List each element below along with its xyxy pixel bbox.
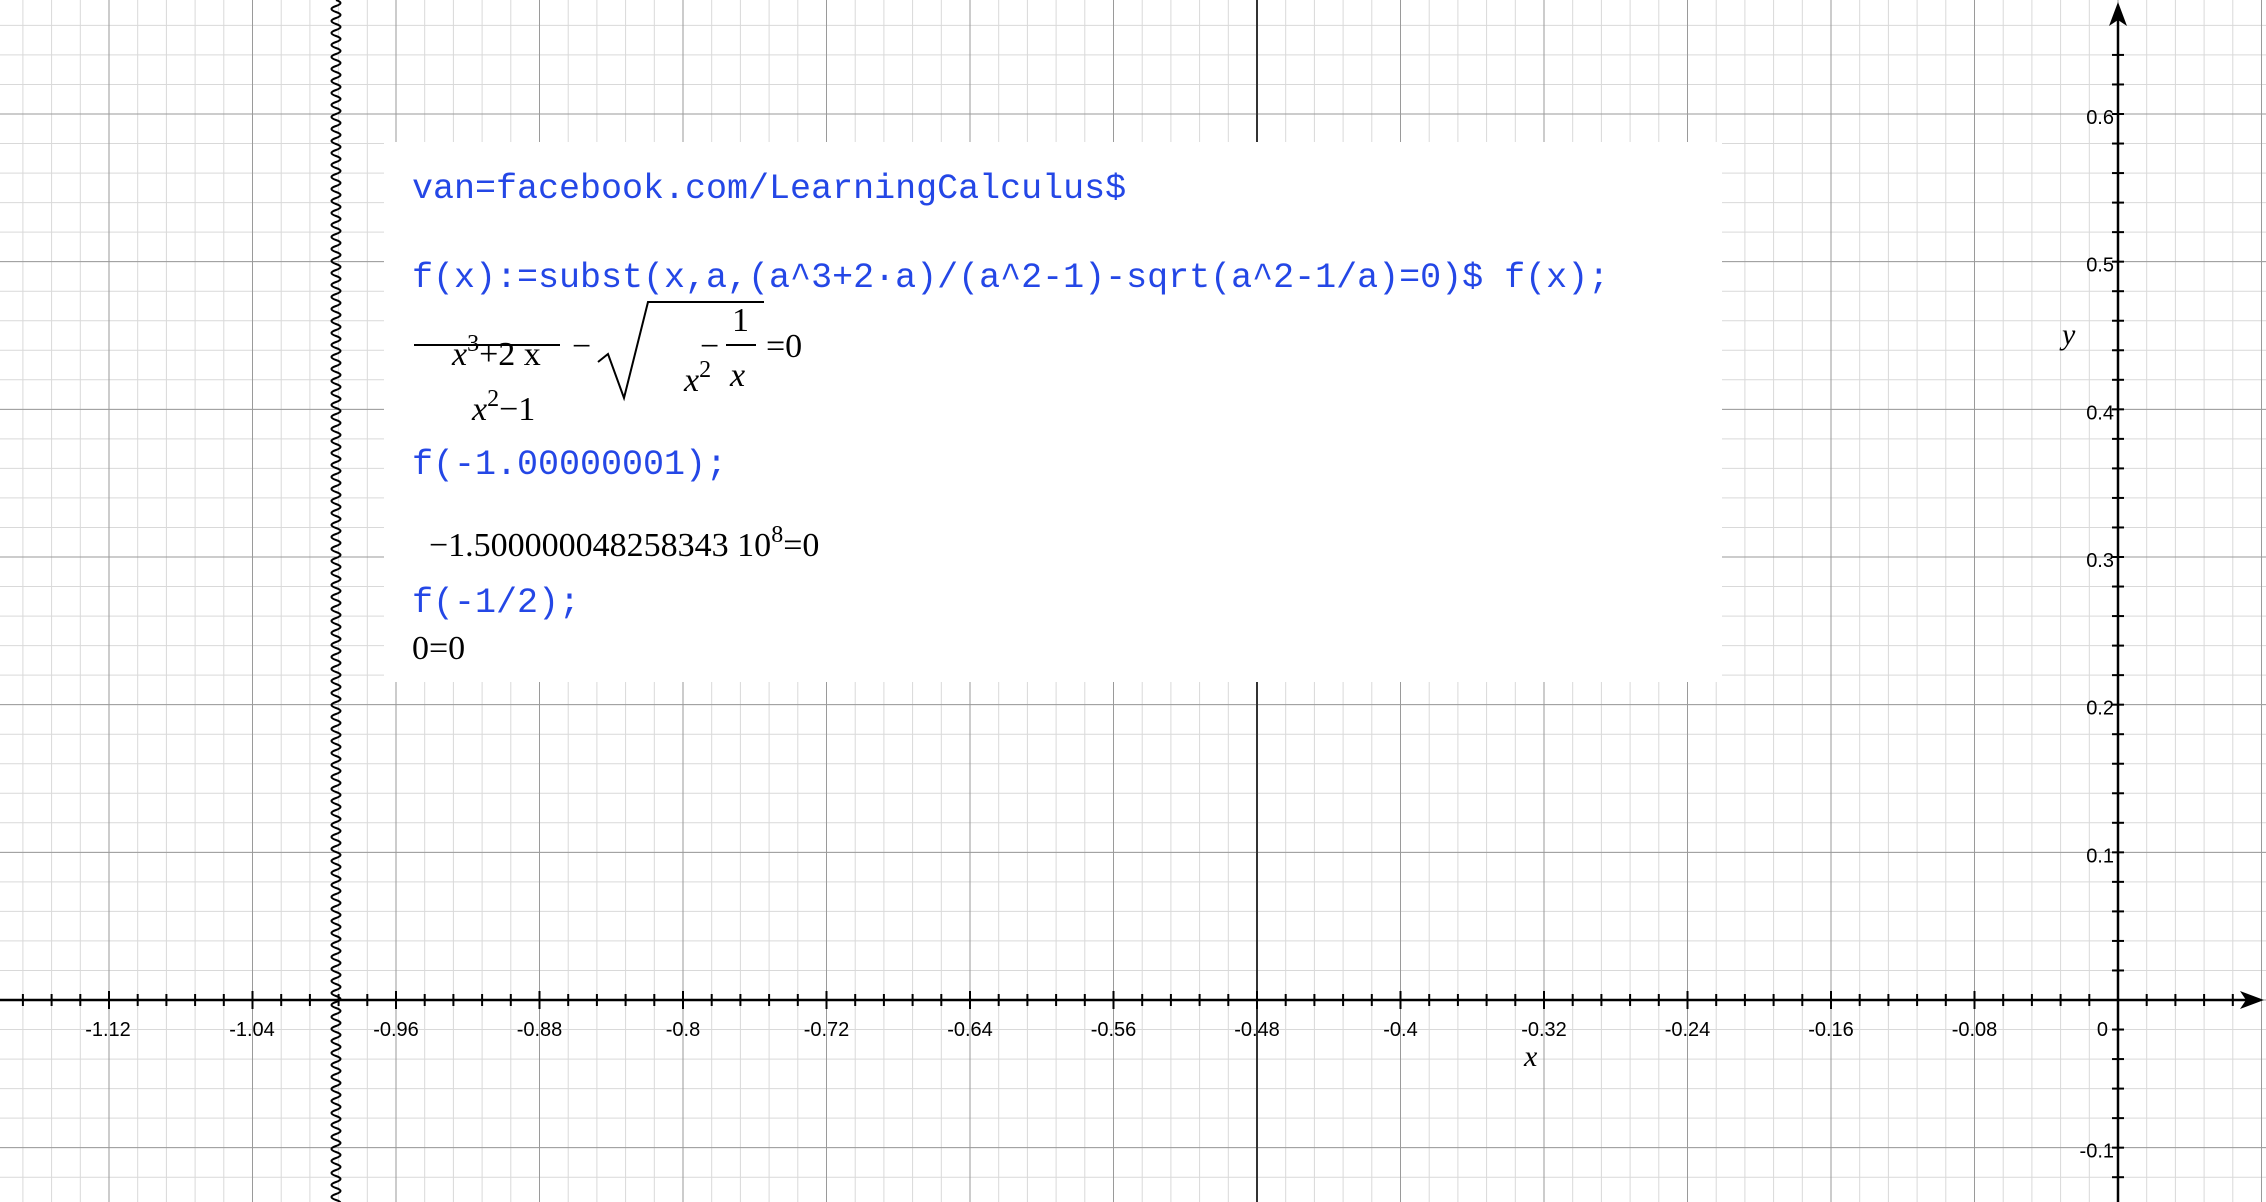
input-line-f-minus-half[interactable]: f(-1/2); <box>412 586 580 621</box>
input-line-van[interactable]: van=facebook.com/LearningCalculus$ <box>412 172 1126 207</box>
x-tick-label: -0.72 <box>804 1019 850 1041</box>
y-tick-label: -0.1 <box>2080 1141 2114 1163</box>
x-tick-label: -0.32 <box>1521 1019 1567 1041</box>
input-line-f-near-minus-one[interactable]: f(-1.00000001); <box>412 448 727 483</box>
x-tick-label: -0.64 <box>947 1019 993 1041</box>
input-line-define-f[interactable]: f(x):=subst(x,a,(a^3+2·a)/(a^2-1)-sqrt(a… <box>412 261 1609 296</box>
y-axis-label: y <box>2059 318 2076 351</box>
x-tick-label: -0.4 <box>1383 1019 1417 1041</box>
output-f-minus-half: 0=0 <box>412 630 466 667</box>
x-tick-label: -0.56 <box>1091 1019 1137 1041</box>
y-tick-label: 0.5 <box>2086 255 2114 277</box>
x-tick-label: -1.12 <box>85 1019 131 1041</box>
x-tick-label: 0 <box>2097 1019 2108 1041</box>
x-tick-label: -0.88 <box>517 1019 563 1041</box>
axis-break-marker <box>330 0 342 1202</box>
worksheet-panel <box>384 142 1722 682</box>
x-tick-label: -0.24 <box>1665 1019 1711 1041</box>
x-tick-label: -0.8 <box>666 1019 700 1041</box>
x-tick-label: -0.08 <box>1952 1019 1998 1041</box>
y-tick-label: 0.3 <box>2086 550 2114 572</box>
x-tick-label: -0.48 <box>1234 1019 1280 1041</box>
x-tick-label: -1.04 <box>229 1019 275 1041</box>
x-tick-label: -0.96 <box>373 1019 419 1041</box>
x-tick-label: -0.16 <box>1808 1019 1854 1041</box>
output-f-near-minus-one: −1.500000048258343 108=0 <box>429 522 820 564</box>
y-tick-label: 0.4 <box>2086 402 2114 424</box>
y-tick-label: 0.6 <box>2086 107 2114 129</box>
y-tick-label: 0.2 <box>2086 698 2114 720</box>
y-tick-labels: 0.6 0.5 0.4 0.3 0.2 0.1 -0.1 <box>2080 107 2114 1163</box>
y-tick-label: 0.1 <box>2086 845 2114 867</box>
x-axis-label: x <box>1523 1040 1538 1073</box>
